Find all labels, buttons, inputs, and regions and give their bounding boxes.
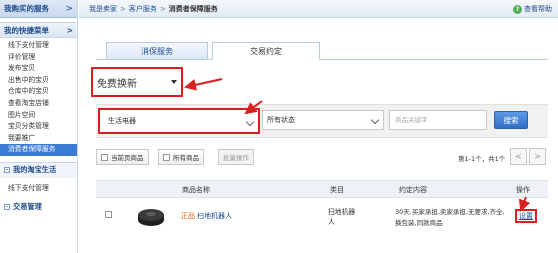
page-title: 消费者保障服务 — [168, 4, 218, 13]
quick-menu-list: 线下支付管理 评价管理 发布宝贝 出售中的宝贝 仓库中的宝贝 查看淘宝店铺 图片… — [0, 38, 77, 156]
table-row: 正品 扫地机器人 扫地机器人 30天,买家承担,卖家承担,无要求,齐全,换包装,同… — [96, 198, 548, 238]
sidebar-item-offline-payment-life[interactable]: 线下支付管理 — [0, 181, 77, 195]
tab-divider — [96, 59, 548, 60]
sidebar-item-view-shop[interactable]: 查看淘宝店铺 — [0, 98, 77, 110]
batch-operation-button[interactable]: 批量操作 — [218, 149, 254, 165]
select-current-page-button[interactable]: 当前页商品 — [96, 149, 149, 165]
sidebar-item-review-management[interactable]: 评价管理 — [0, 52, 77, 64]
next-page-button[interactable]: > — [529, 148, 546, 165]
chevron-down-icon — [171, 80, 177, 84]
sidebar-header-purchased-services[interactable]: 我购买的服务 > — [0, 0, 77, 18]
settings-link[interactable]: 设置 — [515, 209, 537, 223]
sidebar: 我购买的服务 > 我的快捷菜单 > 线下支付管理 评价管理 发布宝贝 出售中的宝… — [0, 0, 78, 253]
breadcrumb-separator: > — [159, 4, 166, 13]
cell-category: 扫地机器人 — [328, 208, 356, 226]
header-category: 类目 — [330, 186, 344, 194]
chevron-down-icon — [245, 117, 255, 127]
collapse-icon: - — [4, 167, 10, 174]
genuine-tag: 正品 — [181, 212, 195, 220]
sidebar-quick-menu-title[interactable]: 我的快捷菜单 > — [0, 22, 77, 38]
breadcrumb-separator: > — [120, 4, 126, 13]
chevron-right-icon: > — [65, 3, 73, 14]
sidebar-item-items-on-sale[interactable]: 出售中的宝贝 — [0, 75, 77, 87]
status-select[interactable]: 所有状态 — [262, 110, 384, 130]
robot-vacuum-image — [138, 209, 164, 226]
sidebar-section-trade-management[interactable]: - 交易管理 — [0, 198, 77, 215]
keyword-input[interactable] — [389, 110, 487, 130]
search-button[interactable]: 搜索 — [494, 111, 528, 129]
cell-promise: 30天,买家承担,卖家承担,无要求,齐全,换包装,同款商品 — [395, 208, 505, 227]
sidebar-item-publish-item[interactable]: 发布宝贝 — [0, 63, 77, 75]
sidebar-section-taobao-life[interactable]: - 我的淘宝生活 — [0, 161, 77, 178]
sidebar-item-promotion[interactable]: 我要推广 — [0, 133, 77, 145]
product-name-link[interactable]: 正品 扫地机器人 — [181, 211, 232, 221]
help-icon: ? — [513, 4, 522, 14]
select-current-page-label: 当前页商品 — [111, 154, 144, 162]
annotation-arrow-dropdown — [184, 78, 223, 91]
select-all-items-button[interactable]: 所有商品 — [158, 149, 204, 165]
sidebar-item-consumer-protection[interactable]: 消费者保障服务 — [0, 144, 77, 156]
collapse-icon: - — [4, 203, 10, 210]
checkbox-icon — [163, 153, 170, 161]
service-type-value: 免费换新 — [97, 78, 137, 90]
help-label: 查看帮助 — [524, 5, 552, 13]
help-link[interactable]: ? 查看帮助 — [513, 4, 552, 14]
header-product-name: 商品名称 — [182, 186, 210, 194]
pagination-info: 第1-1个，共1个 — [458, 155, 506, 163]
chevron-right-icon: > — [66, 25, 73, 35]
product-name-text: 扫地机器人 — [197, 212, 232, 220]
row-checkbox[interactable] — [105, 211, 112, 218]
breadcrumb-seller[interactable]: 我是卖家 — [89, 4, 117, 14]
header-action: 操作 — [516, 186, 530, 194]
tab-consumer-protection-service[interactable]: 消保服务 — [106, 42, 208, 60]
section-label: 交易管理 — [13, 201, 42, 211]
sidebar-item-image-space[interactable]: 图片空间 — [0, 110, 77, 122]
tab-trade-agreement[interactable]: 交易约定 — [212, 42, 320, 60]
prev-page-button[interactable]: < — [510, 148, 527, 165]
header-promise: 约定内容 — [399, 186, 427, 194]
breadcrumb-customer-service[interactable]: 客户服务 — [129, 4, 157, 14]
category-value: 生活电器 — [108, 117, 136, 125]
sidebar-item-offline-payment[interactable]: 线下支付管理 — [0, 40, 77, 52]
checkbox-icon — [101, 153, 108, 161]
section-label: 我的淘宝生活 — [13, 165, 57, 175]
table-header: 商品名称 类目 约定内容 操作 — [96, 180, 548, 198]
status-value: 所有状态 — [267, 116, 295, 124]
chevron-down-icon — [370, 115, 380, 125]
action-bar: 当前页商品 所有商品 批量操作 第1-1个，共1个 < > — [96, 145, 548, 169]
sidebar-item-items-in-warehouse[interactable]: 仓库中的宝贝 — [0, 86, 77, 98]
category-select[interactable]: 生活电器 — [98, 108, 260, 134]
quick-menu-label: 我的快捷菜单 — [4, 25, 49, 35]
sidebar-header-label: 我购买的服务 — [4, 4, 49, 13]
select-all-items-label: 所有商品 — [173, 154, 199, 162]
breadcrumb: 我是卖家 > 客户服务 > 消费者保障服务 ? 查看帮助 — [79, 0, 558, 18]
sidebar-item-category-management[interactable]: 宝贝分类管理 — [0, 121, 77, 133]
service-type-dropdown[interactable]: 免费换新 — [91, 67, 183, 97]
